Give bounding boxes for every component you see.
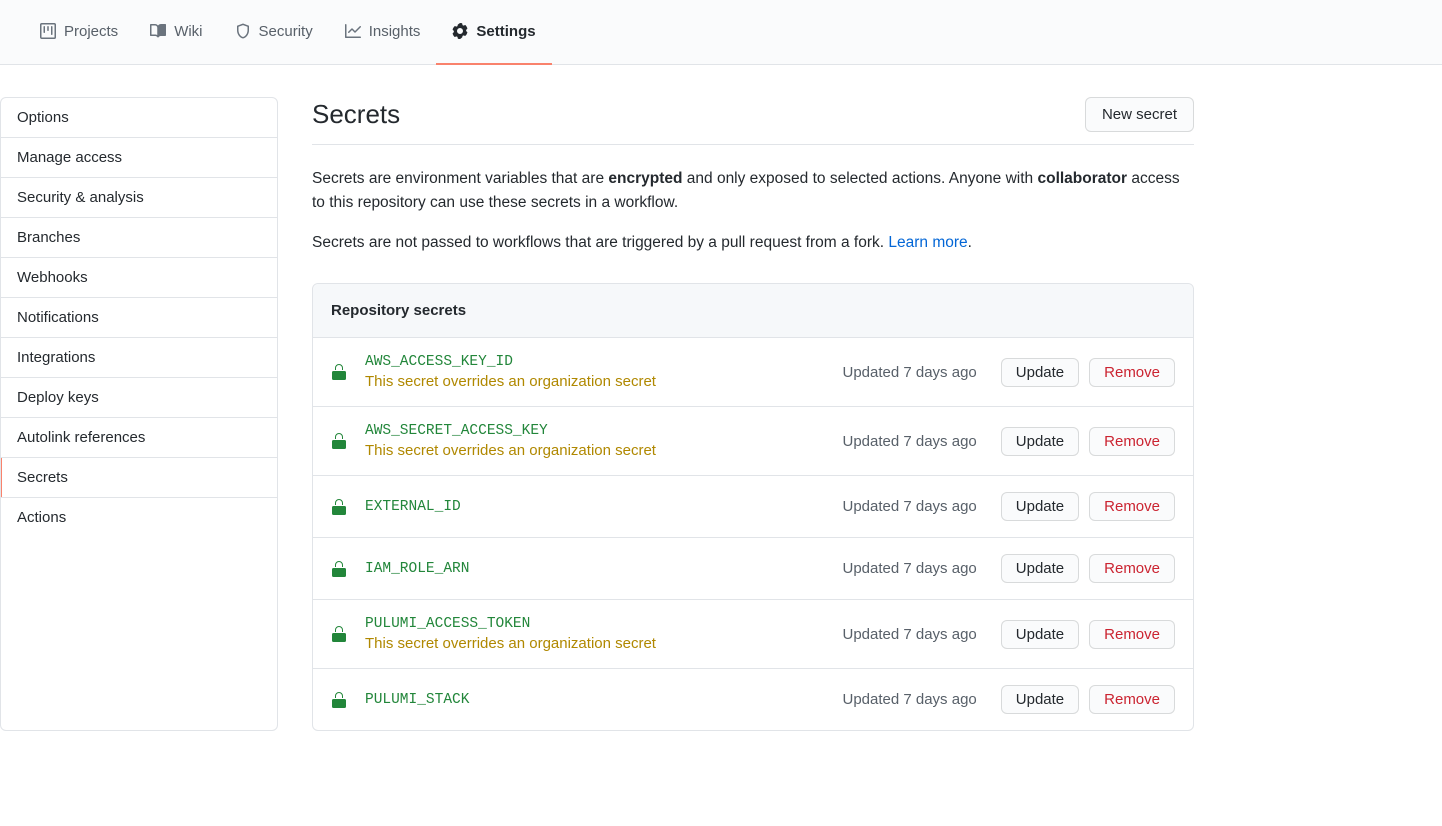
secret-actions: Update Remove [1001,358,1175,387]
sidebar-item-secrets[interactable]: Secrets [1,458,277,498]
tab-security[interactable]: Security [219,0,329,65]
description-2: Secrets are not passed to workflows that… [312,231,1194,255]
repo-tabs: Projects Wiki Security Insights Settings [0,0,1442,65]
secret-actions: Update Remove [1001,427,1175,456]
lock-icon [331,499,347,515]
secret-updated: Updated 7 days ago [842,691,976,708]
secret-row: AWS_ACCESS_KEY_ID This secret overrides a… [313,338,1193,407]
tab-label: Insights [369,23,421,40]
remove-button[interactable]: Remove [1089,427,1175,456]
page-header: Secrets New secret [312,97,1194,145]
lock-icon [331,433,347,449]
update-button[interactable]: Update [1001,427,1079,456]
secret-info: AWS_SECRET_ACCESS_KEY This secret overrid… [365,423,842,459]
secret-name[interactable]: PULUMI_STACK [365,692,842,708]
lock-icon [331,561,347,577]
tab-projects[interactable]: Projects [24,0,134,65]
secret-updated: Updated 7 days ago [842,498,976,515]
main-content: Secrets New secret Secrets are environme… [278,97,1194,731]
remove-button[interactable]: Remove [1089,554,1175,583]
learn-more-link[interactable]: Learn more [888,234,967,251]
tab-wiki[interactable]: Wiki [134,0,218,65]
lock-icon [331,692,347,708]
tab-label: Projects [64,23,118,40]
sidebar-item-autolink-references[interactable]: Autolink references [1,418,277,458]
sidebar-item-webhooks[interactable]: Webhooks [1,258,277,298]
tab-settings[interactable]: Settings [436,0,551,65]
tab-label: Settings [476,23,535,40]
new-secret-button[interactable]: New secret [1085,97,1194,132]
secret-updated: Updated 7 days ago [842,364,976,381]
secret-info: AWS_ACCESS_KEY_ID This secret overrides a… [365,354,842,390]
sidebar-item-branches[interactable]: Branches [1,218,277,258]
sidebar-item-security-analysis[interactable]: Security & analysis [1,178,277,218]
sidebar-item-notifications[interactable]: Notifications [1,298,277,338]
update-button[interactable]: Update [1001,492,1079,521]
secret-row: PULUMI_ACCESS_TOKEN This secret overrides… [313,600,1193,669]
secret-override-note: This secret overrides an organization se… [365,442,842,459]
secret-info: IAM_ROLE_ARN [365,561,842,577]
secret-name[interactable]: AWS_SECRET_ACCESS_KEY [365,423,842,439]
sidebar-item-manage-access[interactable]: Manage access [1,138,277,178]
secret-row: EXTERNAL_IDUpdated 7 days ago Update Remov… [313,476,1193,538]
secrets-box: Repository secrets AWS_ACCESS_KEY_ID This… [312,283,1194,731]
project-icon [40,23,56,39]
update-button[interactable]: Update [1001,358,1079,387]
remove-button[interactable]: Remove [1089,685,1175,714]
update-button[interactable]: Update [1001,685,1079,714]
secret-name[interactable]: EXTERNAL_ID [365,499,842,515]
secret-row: AWS_SECRET_ACCESS_KEY This secret overrid… [313,407,1193,476]
page-title: Secrets [312,99,400,130]
remove-button[interactable]: Remove [1089,358,1175,387]
secret-updated: Updated 7 days ago [842,626,976,643]
sidebar-item-options[interactable]: Options [1,98,277,138]
remove-button[interactable]: Remove [1089,492,1175,521]
secret-updated: Updated 7 days ago [842,560,976,577]
description-1: Secrets are environment variables that a… [312,167,1194,215]
tab-insights[interactable]: Insights [329,0,437,65]
tab-label: Wiki [174,23,202,40]
sidebar-item-actions[interactable]: Actions [1,498,277,537]
book-icon [150,23,166,39]
graph-icon [345,23,361,39]
box-header: Repository secrets [313,284,1193,338]
shield-icon [235,23,251,39]
update-button[interactable]: Update [1001,620,1079,649]
tab-label: Security [259,23,313,40]
secret-updated: Updated 7 days ago [842,433,976,450]
gear-icon [452,23,468,39]
secret-actions: Update Remove [1001,620,1175,649]
sidebar-item-deploy-keys[interactable]: Deploy keys [1,378,277,418]
settings-sidebar: OptionsManage accessSecurity & analysisB… [0,97,278,731]
secret-override-note: This secret overrides an organization se… [365,635,842,652]
secret-actions: Update Remove [1001,685,1175,714]
secret-info: PULUMI_ACCESS_TOKEN This secret overrides… [365,616,842,652]
update-button[interactable]: Update [1001,554,1079,583]
remove-button[interactable]: Remove [1089,620,1175,649]
secret-name[interactable]: PULUMI_ACCESS_TOKEN [365,616,842,632]
lock-icon [331,626,347,642]
secret-actions: Update Remove [1001,554,1175,583]
secret-row: PULUMI_STACKUpdated 7 days ago Update Remo… [313,669,1193,730]
secret-row: IAM_ROLE_ARNUpdated 7 days ago Update Remo… [313,538,1193,600]
lock-icon [331,364,347,380]
secret-actions: Update Remove [1001,492,1175,521]
secret-override-note: This secret overrides an organization se… [365,373,842,390]
secret-name[interactable]: IAM_ROLE_ARN [365,561,842,577]
sidebar-item-integrations[interactable]: Integrations [1,338,277,378]
secret-name[interactable]: AWS_ACCESS_KEY_ID [365,354,842,370]
secret-info: PULUMI_STACK [365,692,842,708]
secret-info: EXTERNAL_ID [365,499,842,515]
